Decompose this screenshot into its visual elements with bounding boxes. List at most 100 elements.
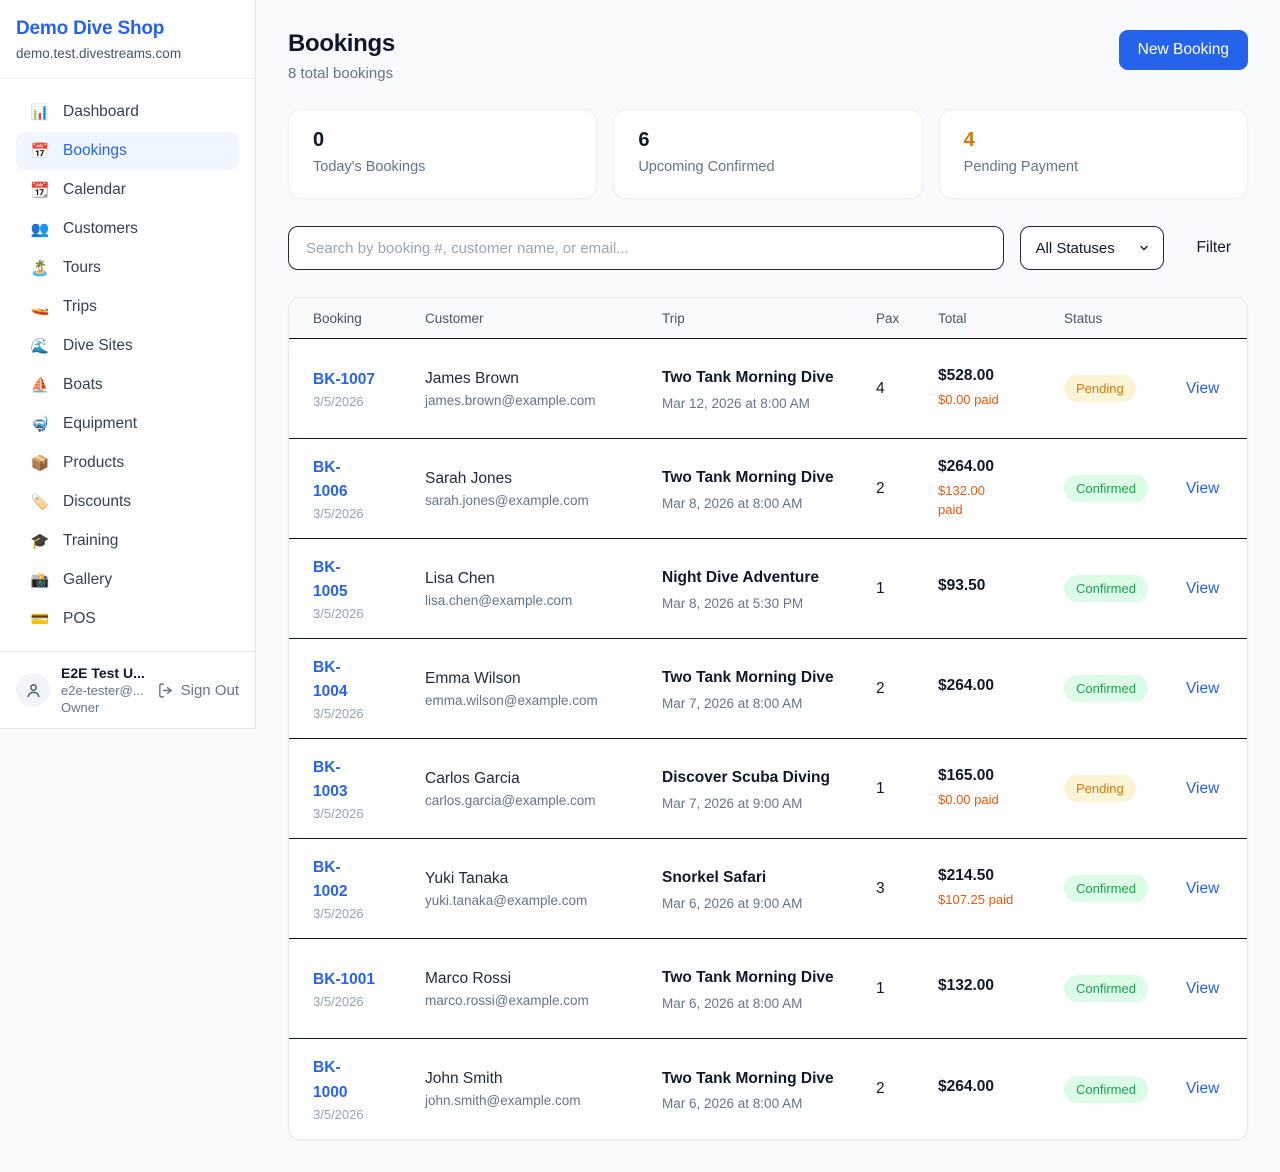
column-header-total: Total: [938, 311, 1064, 326]
sidebar-item-label: Equipment: [63, 415, 137, 433]
total-amount: $132.00: [938, 977, 1064, 995]
main-content: Bookings 8 total bookings New Booking 0 …: [256, 0, 1280, 1172]
trip-name: Two Tank Morning Dive: [662, 966, 834, 990]
sidebar-item-label: Discounts: [63, 493, 131, 511]
customer-name: James Brown: [425, 370, 662, 388]
package-icon: 📦: [30, 454, 50, 472]
trip-name: Night Dive Adventure: [662, 566, 834, 590]
sidebar-item-gallery[interactable]: 📸 Gallery: [16, 561, 239, 599]
search-input[interactable]: [288, 226, 1004, 270]
view-link[interactable]: View: [1186, 680, 1219, 697]
booking-date: 3/5/2026: [313, 806, 425, 821]
paid-amount: $132.00 paid: [938, 481, 1064, 520]
booking-link[interactable]: BK-1001: [313, 968, 375, 992]
status-badge: Pending: [1064, 375, 1136, 402]
stat-value: 0: [313, 129, 572, 152]
stat-card-todays-bookings: 0 Today's Bookings: [288, 109, 597, 199]
avatar: [16, 673, 50, 707]
booking-date: 3/5/2026: [313, 706, 425, 721]
view-link[interactable]: View: [1186, 780, 1219, 797]
sign-out-label: Sign Out: [181, 682, 239, 699]
people-icon: 👥: [30, 220, 50, 238]
sidebar-item-bookings[interactable]: 📅 Bookings: [16, 132, 239, 170]
status-select-value: All Statuses: [1036, 240, 1115, 257]
sidebar-item-equipment[interactable]: 🤿 Equipment: [16, 405, 239, 443]
sidebar: Demo Dive Shop demo.test.divestreams.com…: [0, 0, 256, 729]
trip-datetime: Mar 8, 2026 at 8:00 AM: [662, 496, 876, 511]
total-amount: $264.00: [938, 677, 1064, 695]
table-row: BK- 1000 3/5/2026 John Smith john.smith@…: [289, 1039, 1247, 1139]
view-link[interactable]: View: [1186, 1080, 1219, 1097]
sidebar-item-calendar[interactable]: 📆 Calendar: [16, 171, 239, 209]
booking-date: 3/5/2026: [313, 506, 425, 521]
page-title: Bookings: [288, 30, 395, 58]
booking-link[interactable]: BK-1007: [313, 368, 375, 392]
bookings-count: 8 total bookings: [288, 65, 395, 82]
trip-datetime: Mar 6, 2026 at 9:00 AM: [662, 896, 876, 911]
paid-amount: $107.25 paid: [938, 890, 1064, 910]
booking-link[interactable]: BK- 1002: [313, 856, 347, 904]
credit-card-icon: 💳: [30, 610, 50, 628]
sidebar-item-training[interactable]: 🎓 Training: [16, 522, 239, 560]
booking-link[interactable]: BK- 1000: [313, 1056, 347, 1104]
customer-email: carlos.garcia@example.com: [425, 793, 662, 808]
customer-name: Emma Wilson: [425, 670, 662, 688]
sign-out-button[interactable]: Sign Out: [157, 682, 239, 699]
sidebar-item-boats[interactable]: ⛵ Boats: [16, 366, 239, 404]
sidebar-item-dashboard[interactable]: 📊 Dashboard: [16, 93, 239, 131]
user-name: E2E Test U...: [61, 665, 146, 681]
sidebar-item-label: POS: [63, 610, 96, 628]
view-link[interactable]: View: [1186, 580, 1219, 597]
table-header-row: Booking Customer Trip Pax Total Status: [289, 298, 1247, 339]
new-booking-button[interactable]: New Booking: [1119, 30, 1248, 70]
trip-datetime: Mar 6, 2026 at 8:00 AM: [662, 996, 876, 1011]
view-link[interactable]: View: [1186, 880, 1219, 897]
sidebar-item-discounts[interactable]: 🏷️ Discounts: [16, 483, 239, 521]
booking-date: 3/5/2026: [313, 606, 425, 621]
trip-name: Two Tank Morning Dive: [662, 666, 834, 690]
booking-link[interactable]: BK- 1005: [313, 556, 347, 604]
table-row: BK-1007 3/5/2026 James Brown james.brown…: [289, 339, 1247, 439]
sidebar-item-trips[interactable]: 🚤 Trips: [16, 288, 239, 326]
shop-name: Demo Dive Shop: [16, 18, 239, 40]
total-amount: $264.00: [938, 1078, 1064, 1096]
pax-count: 1: [876, 980, 938, 998]
sidebar-item-label: Calendar: [63, 181, 126, 199]
booking-link[interactable]: BK- 1004: [313, 656, 347, 704]
chevron-down-icon: [1138, 242, 1150, 254]
booking-link[interactable]: BK- 1003: [313, 756, 347, 804]
stat-value: 6: [638, 129, 897, 152]
total-amount: $165.00: [938, 767, 1064, 785]
status-select[interactable]: All Statuses: [1020, 226, 1164, 270]
sidebar-item-pos[interactable]: 💳 POS: [16, 600, 239, 638]
pax-count: 2: [876, 1080, 938, 1098]
customer-email: emma.wilson@example.com: [425, 693, 662, 708]
booking-link[interactable]: BK- 1006: [313, 456, 347, 504]
filter-button[interactable]: Filter: [1180, 239, 1248, 257]
calendar-date-icon: 📅: [30, 142, 50, 160]
customer-email: sarah.jones@example.com: [425, 493, 662, 508]
island-icon: 🏝️: [30, 259, 50, 277]
sidebar-item-tours[interactable]: 🏝️ Tours: [16, 249, 239, 287]
camera-icon: 📸: [30, 571, 50, 589]
view-link[interactable]: View: [1186, 480, 1219, 497]
status-badge: Confirmed: [1064, 475, 1148, 502]
stat-label: Upcoming Confirmed: [638, 159, 897, 175]
view-link[interactable]: View: [1186, 380, 1219, 397]
column-header-pax: Pax: [876, 311, 938, 326]
column-header-customer: Customer: [425, 311, 662, 326]
sidebar-item-label: Boats: [63, 376, 103, 394]
sidebar-item-products[interactable]: 📦 Products: [16, 444, 239, 482]
trip-datetime: Mar 6, 2026 at 8:00 AM: [662, 1096, 876, 1111]
sidebar-item-label: Bookings: [63, 142, 127, 160]
sidebar-item-customers[interactable]: 👥 Customers: [16, 210, 239, 248]
sidebar-item-label: Training: [63, 532, 118, 550]
sidebar-item-dive-sites[interactable]: 🌊 Dive Sites: [16, 327, 239, 365]
person-icon: [24, 681, 43, 700]
sailboat-icon: ⛵: [30, 376, 50, 394]
trip-datetime: Mar 7, 2026 at 9:00 AM: [662, 796, 876, 811]
view-link[interactable]: View: [1186, 980, 1219, 997]
column-header-booking: Booking: [313, 311, 425, 326]
user-role: Owner: [61, 700, 146, 715]
customer-email: john.smith@example.com: [425, 1093, 662, 1108]
